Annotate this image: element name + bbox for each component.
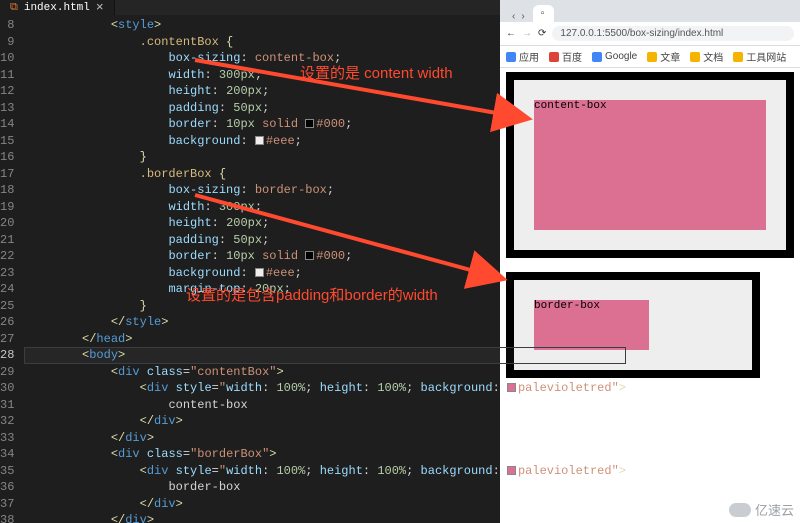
line-number: 14 <box>0 116 14 133</box>
code-line[interactable]: padding: 50px; <box>24 232 626 249</box>
line-number: 27 <box>0 331 14 348</box>
line-number: 24 <box>0 281 14 298</box>
editor-pane: ⧉ index.html × 8910111213141516171819202… <box>0 0 500 523</box>
code-line[interactable]: <div style="width: 100%; height: 100%; b… <box>24 463 626 480</box>
code-line[interactable]: <body> <box>24 347 626 364</box>
line-number: 21 <box>0 232 14 249</box>
code-line[interactable]: </div> <box>24 430 626 447</box>
line-number: 26 <box>0 314 14 331</box>
code-editor[interactable]: 8910111213141516171819202122232425262728… <box>0 15 500 523</box>
line-number: 10 <box>0 50 14 67</box>
code-line[interactable]: .contentBox { <box>24 34 626 51</box>
code-content[interactable]: <style> .contentBox { box-sizing: conten… <box>24 17 626 523</box>
watermark-text: 亿速云 <box>755 500 794 519</box>
code-line[interactable]: background: #eee; <box>24 133 626 150</box>
folder-icon <box>690 52 700 62</box>
line-number: 33 <box>0 430 14 447</box>
watermark: 亿速云 <box>729 500 794 519</box>
line-number: 8 <box>0 17 14 34</box>
line-number-gutter: 8910111213141516171819202122232425262728… <box>0 17 24 523</box>
code-line[interactable]: content-box <box>24 397 626 414</box>
line-number: 29 <box>0 364 14 381</box>
code-line[interactable]: } <box>24 298 626 315</box>
code-line[interactable]: box-sizing: content-box; <box>24 50 626 67</box>
line-number: 35 <box>0 463 14 480</box>
file-icon: ⧉ <box>10 2 18 14</box>
editor-tab-label: index.html <box>24 2 90 14</box>
bookmark-label: 文章 <box>660 49 680 64</box>
code-line[interactable]: </div> <box>24 512 626 523</box>
line-number: 12 <box>0 83 14 100</box>
line-number: 17 <box>0 166 14 183</box>
code-line[interactable]: <div class="borderBox"> <box>24 446 626 463</box>
line-number: 22 <box>0 248 14 265</box>
code-line[interactable]: margin-top: 20px; <box>24 281 626 298</box>
close-icon[interactable]: × <box>96 0 104 15</box>
code-line[interactable]: <style> <box>24 17 626 34</box>
code-line[interactable]: border: 10px solid #000; <box>24 116 626 133</box>
code-line[interactable]: .borderBox { <box>24 166 626 183</box>
code-line[interactable]: <div class="contentBox"> <box>24 364 626 381</box>
bookmark-label: 工具网站 <box>746 49 786 64</box>
line-number: 20 <box>0 215 14 232</box>
code-line[interactable]: </head> <box>24 331 626 348</box>
bookmark-folder[interactable]: 文档 <box>690 49 723 64</box>
code-line[interactable]: width: 300px; <box>24 199 626 216</box>
line-number: 37 <box>0 496 14 513</box>
code-line[interactable]: box-sizing: border-box; <box>24 182 626 199</box>
line-number: 30 <box>0 380 14 397</box>
line-number: 28 <box>0 347 14 364</box>
line-number: 32 <box>0 413 14 430</box>
line-number: 15 <box>0 133 14 150</box>
code-line[interactable]: width: 300px; <box>24 67 626 84</box>
line-number: 9 <box>0 34 14 51</box>
folder-icon <box>733 52 743 62</box>
bookmark-label: 文档 <box>703 49 723 64</box>
code-line[interactable]: padding: 50px; <box>24 100 626 117</box>
code-line[interactable]: height: 200px; <box>24 83 626 100</box>
cloud-icon <box>729 503 751 517</box>
line-number: 13 <box>0 100 14 117</box>
line-number: 31 <box>0 397 14 414</box>
editor-tab-index-html[interactable]: ⧉ index.html × <box>0 0 115 15</box>
line-number: 38 <box>0 512 14 523</box>
line-number: 36 <box>0 479 14 496</box>
editor-tab-bar: ⧉ index.html × <box>0 0 500 15</box>
line-number: 19 <box>0 199 14 216</box>
line-number: 16 <box>0 149 14 166</box>
code-line[interactable]: border-box <box>24 479 626 496</box>
line-number: 23 <box>0 265 14 282</box>
line-number: 11 <box>0 67 14 84</box>
bookmark-folder[interactable]: 工具网站 <box>733 49 786 64</box>
code-line[interactable]: } <box>24 149 626 166</box>
code-line[interactable]: background: #eee; <box>24 265 626 282</box>
line-number: 34 <box>0 446 14 463</box>
line-number: 25 <box>0 298 14 315</box>
bookmark-folder[interactable]: 文章 <box>647 49 680 64</box>
forward-icon[interactable]: → <box>522 28 532 39</box>
code-line[interactable]: </div> <box>24 413 626 430</box>
code-line[interactable]: height: 200px; <box>24 215 626 232</box>
folder-icon <box>647 52 657 62</box>
code-line[interactable]: border: 10px solid #000; <box>24 248 626 265</box>
code-line[interactable]: <div style="width: 100%; height: 100%; b… <box>24 380 626 397</box>
code-line[interactable]: </style> <box>24 314 626 331</box>
line-number: 18 <box>0 182 14 199</box>
code-line[interactable]: </div> <box>24 496 626 513</box>
